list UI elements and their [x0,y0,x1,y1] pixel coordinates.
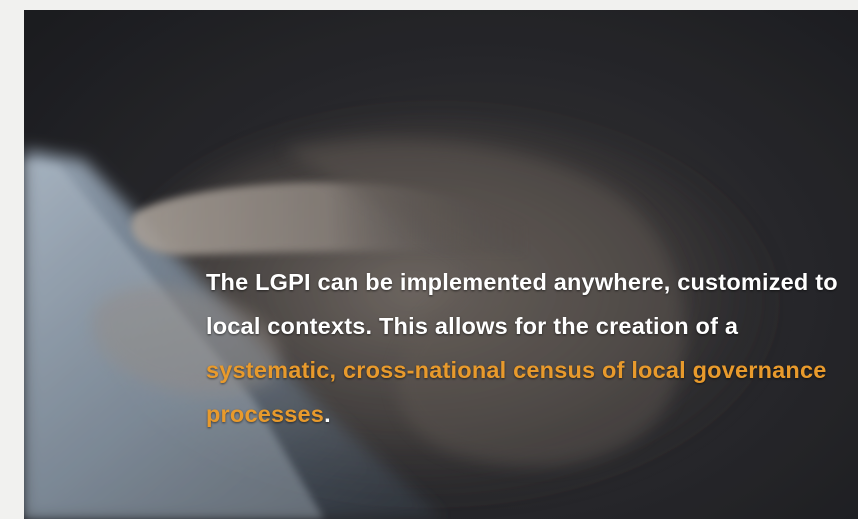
caption-period: . [324,401,331,427]
hero-caption: The LGPI can be implemented anywhere, cu… [206,260,846,436]
caption-highlight: systematic, cross-national census of loc… [206,357,827,427]
caption-text: The LGPI can be implemented anywhere, cu… [206,269,838,339]
hero-banner: The LGPI can be implemented anywhere, cu… [24,10,858,519]
